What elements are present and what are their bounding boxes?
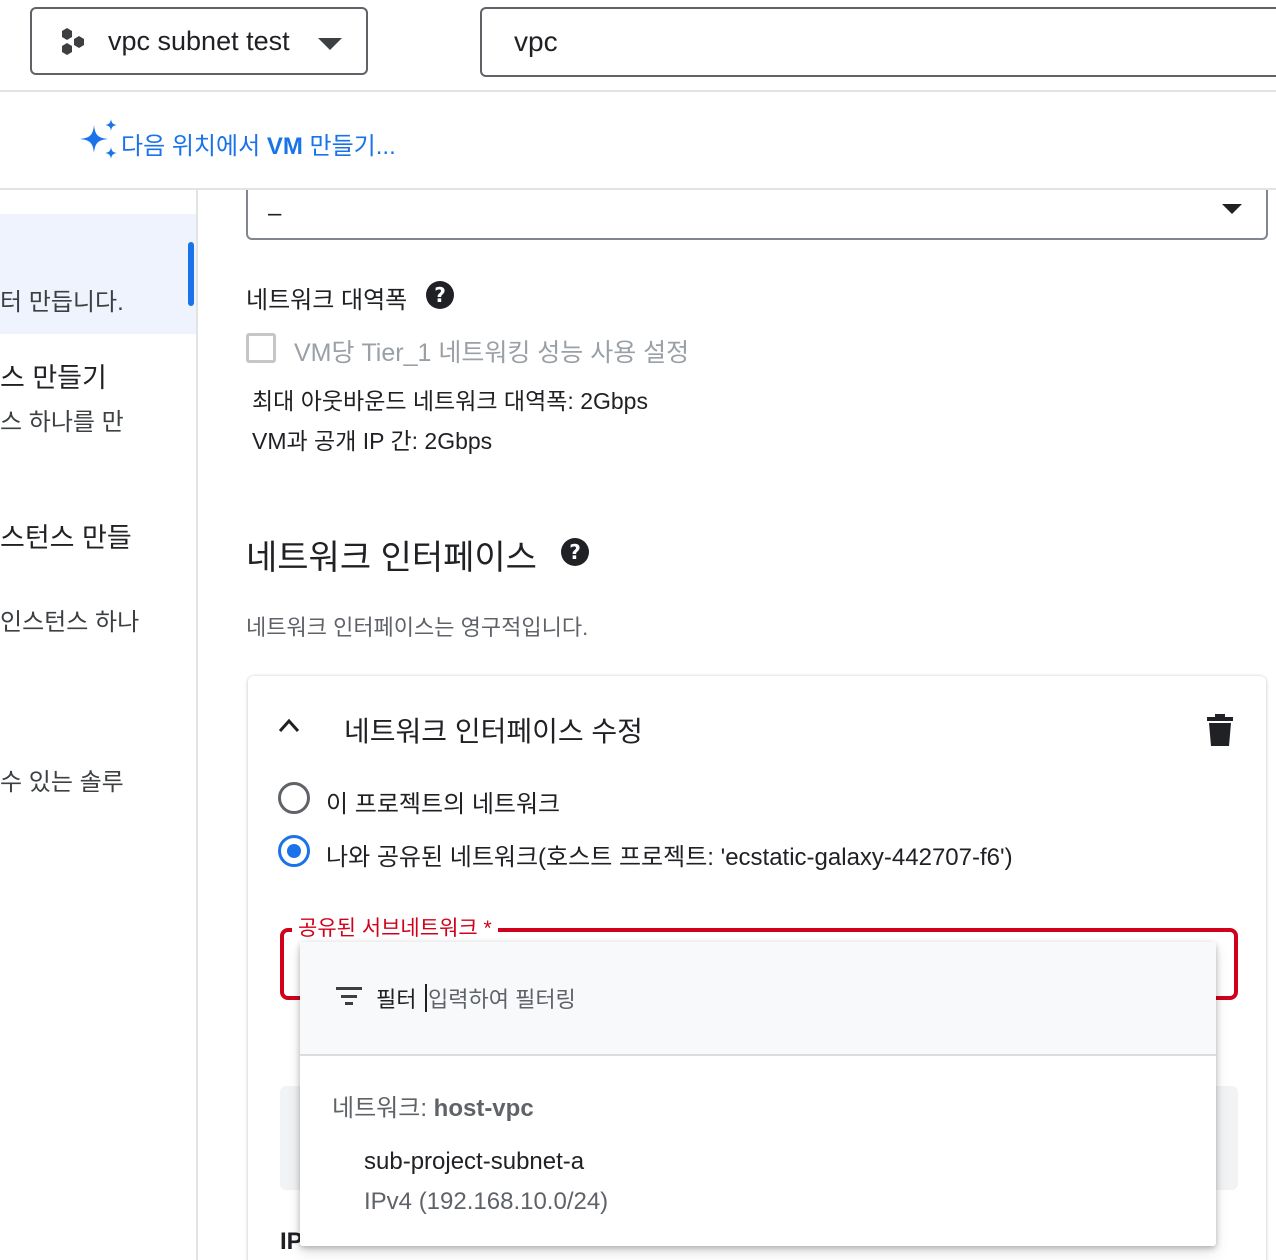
dropdown-arrow-icon — [1222, 204, 1242, 214]
vm-public-ip-bandwidth: VM과 공개 IP 간: 2Gbps — [252, 428, 493, 454]
filter-input[interactable]: 입력하여 필터링 — [428, 982, 576, 1014]
create-vm-suffix: 만들기... — [302, 133, 396, 160]
radio-project-network[interactable] — [278, 782, 310, 814]
help-icon[interactable]: ? — [561, 538, 589, 566]
subnet-option-range: IPv4 (192.168.10.0/24) — [364, 1188, 609, 1215]
tier1-checkbox[interactable] — [246, 333, 276, 363]
max-outbound-bandwidth: 최대 아웃바운드 네트워크 대역폭: 2Gbps — [252, 388, 648, 414]
network-group-name: host-vpc — [433, 1095, 534, 1122]
shared-subnet-label: 공유된 서브네트워크 * — [292, 912, 498, 942]
tier1-label: VM당 Tier_1 네트워킹 성능 사용 설정 — [294, 339, 690, 367]
filter-icon — [336, 987, 362, 1005]
radio-shared-network-label: 나와 공유된 네트워크(호스트 프로젝트: 'ecstatic-galaxy-4… — [326, 844, 1013, 871]
top-select-field[interactable]: – — [246, 190, 1268, 240]
subnet-option[interactable]: sub-project-subnet-a — [364, 1148, 584, 1176]
card-title: 네트워크 인터페이스 수정 — [344, 716, 643, 747]
filter-label: 필터 — [376, 987, 417, 1012]
help-icon[interactable]: ? — [426, 281, 454, 309]
project-name: vpc subnet test — [108, 25, 290, 56]
rail-item-desc: 인스턴스 하나 — [0, 609, 140, 636]
create-vm-prefix: 다음 위치에서 — [121, 133, 267, 160]
network-group-label: 네트워크: host-vpc — [332, 1088, 534, 1123]
radio-project-network-label: 이 프로젝트의 네트워크 — [326, 791, 561, 818]
project-hexagons-icon — [62, 28, 84, 55]
create-vm-bar: 다음 위치에서 VM 만들기... — [0, 92, 1276, 190]
search-value: vpc — [514, 26, 558, 57]
rail-item-title[interactable]: 스 만들기 — [0, 356, 107, 395]
subnet-dropdown: 필터 입력하여 필터링 네트워크: host-vpc sub-project-s… — [300, 942, 1216, 1246]
project-picker[interactable]: vpc subnet test — [30, 7, 368, 75]
chevron-down-icon — [318, 38, 342, 50]
create-vm-link[interactable]: 다음 위치에서 VM 만들기... — [121, 126, 396, 161]
network-interfaces-heading: 네트워크 인터페이스 — [246, 539, 537, 577]
network-group-prefix: 네트워크: — [332, 1095, 434, 1122]
rail-item-desc: 수 있는 솔루 — [0, 769, 124, 796]
top-bar: vpc subnet test vpc — [0, 0, 1276, 92]
rail-item-desc: 터 만듭니다. — [0, 289, 124, 316]
rail-scroll-indicator[interactable] — [188, 242, 194, 306]
left-rail: 터 만듭니다. 스 만들기 스 하나를 만 스턴스 만들 인스턴스 하나 수 있… — [0, 190, 198, 1260]
text-cursor — [425, 984, 427, 1012]
network-interfaces-subtext: 네트워크 인터페이스는 영구적입니다. — [246, 615, 589, 640]
top-select-value: – — [268, 200, 282, 227]
bandwidth-heading: 네트워크 대역폭 — [246, 287, 408, 314]
create-vm-bold: VM — [266, 133, 303, 160]
trash-icon[interactable] — [1206, 714, 1234, 746]
filter-row[interactable]: 필터 입력하여 필터링 — [300, 942, 1216, 1056]
rail-item-title[interactable]: 스턴스 만들 — [0, 516, 132, 555]
search-input[interactable]: vpc — [480, 7, 1276, 77]
rail-item-desc: 스 하나를 만 — [0, 409, 124, 436]
radio-shared-network[interactable] — [278, 835, 310, 867]
chevron-up-icon[interactable] — [278, 714, 300, 736]
sparkle-icon — [80, 119, 117, 159]
